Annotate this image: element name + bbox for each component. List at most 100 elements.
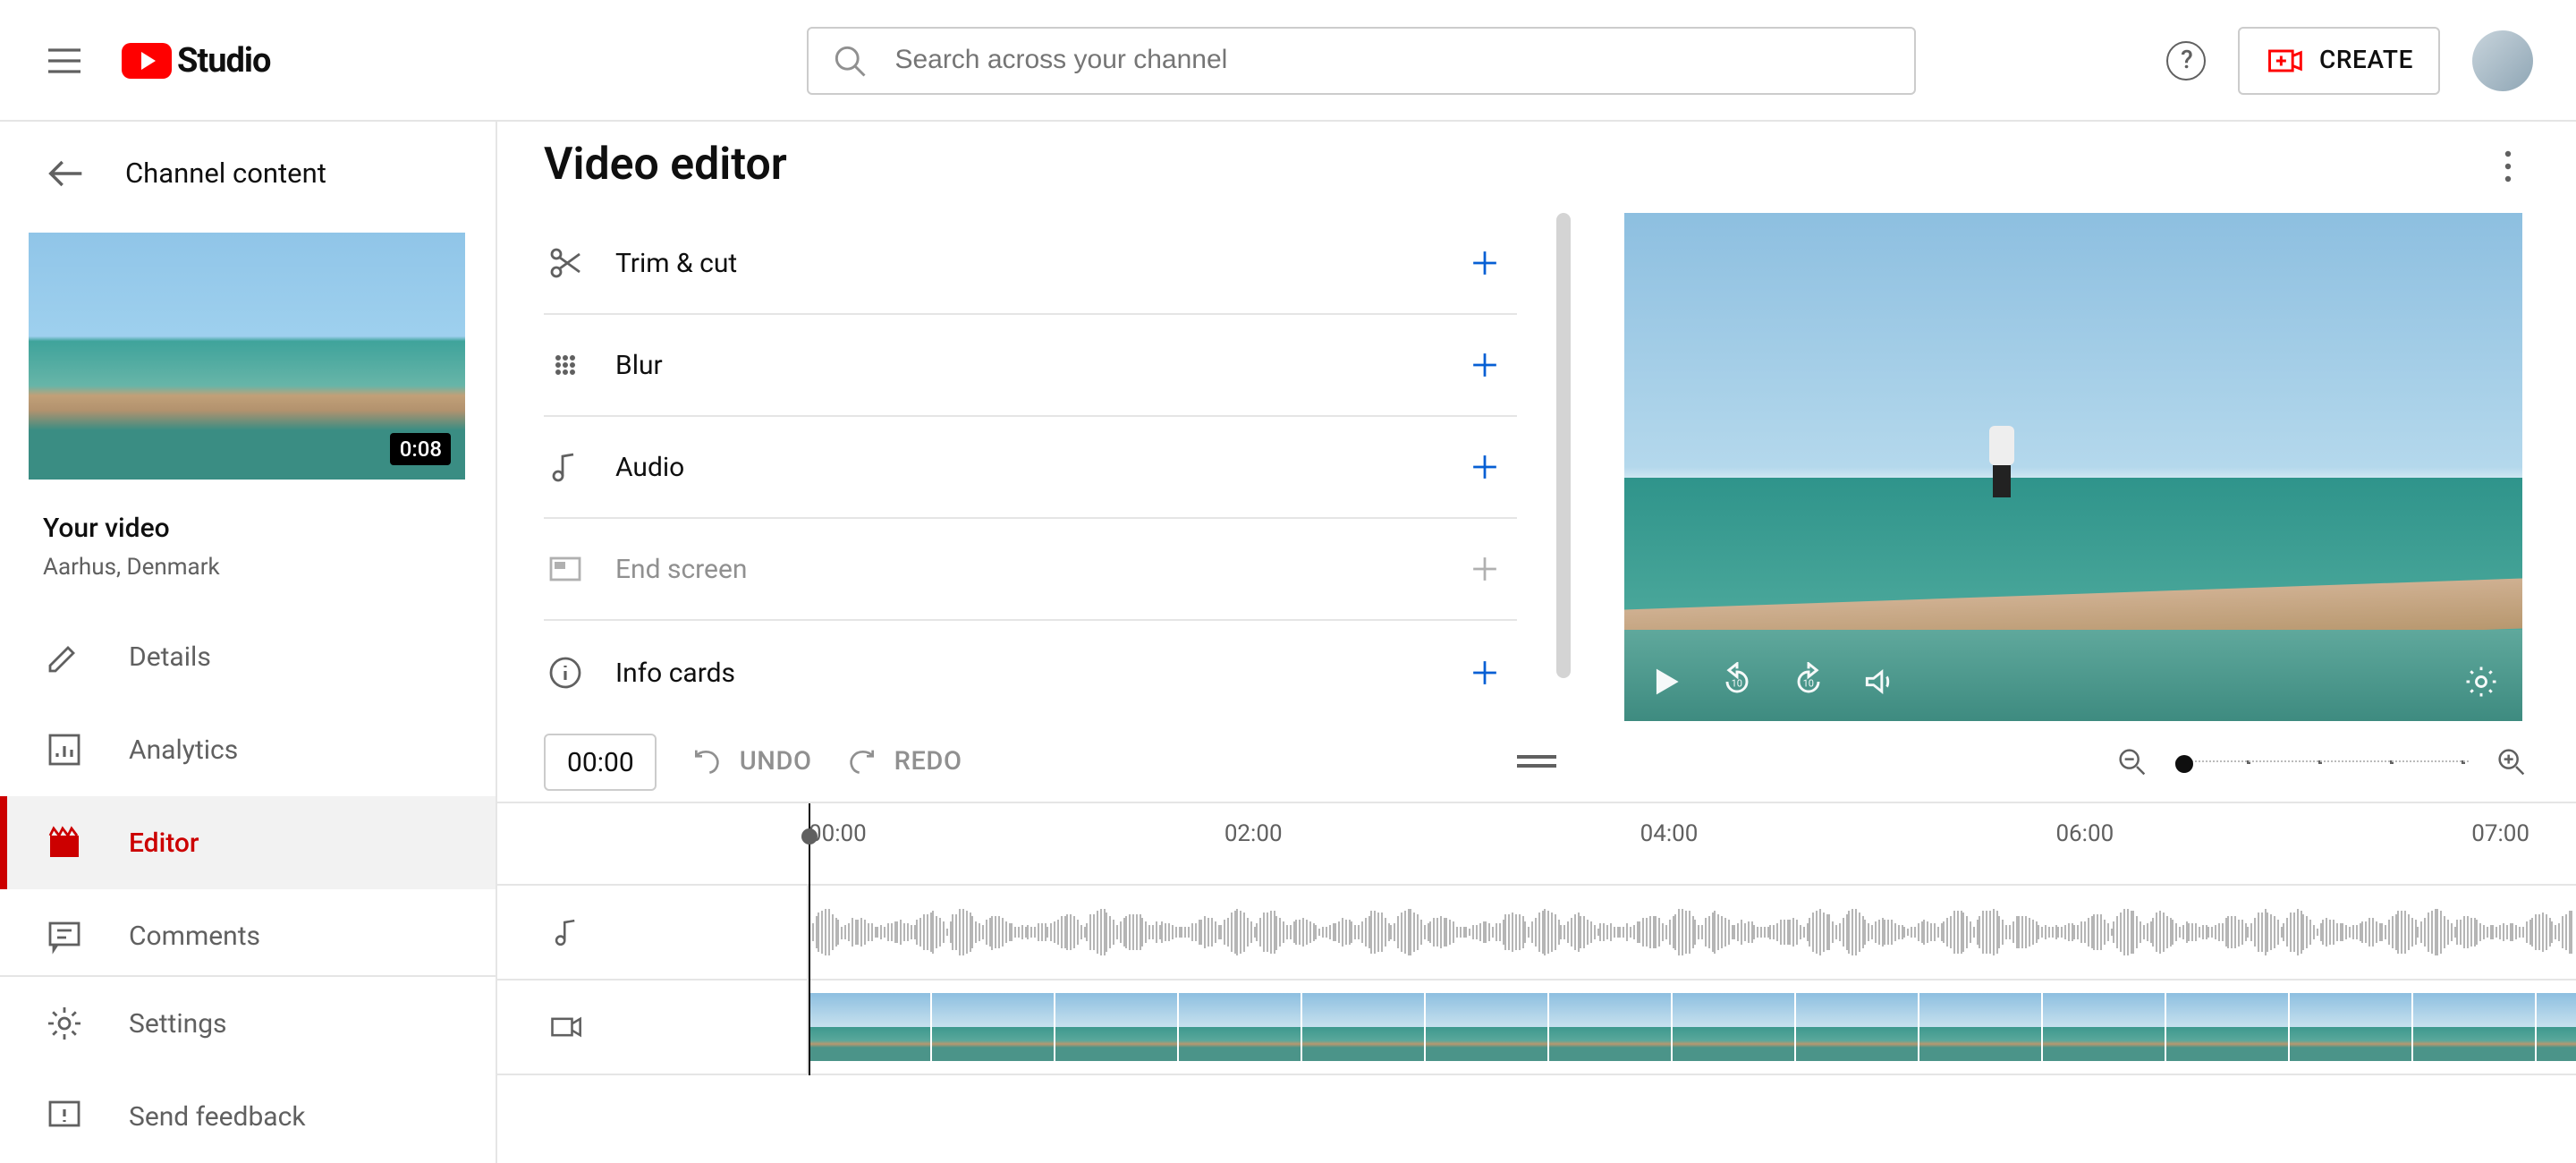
main: Video editor Trim & cut Blur [497, 122, 2576, 1163]
tool-audio[interactable]: Audio [544, 417, 1517, 519]
plus-icon [1465, 345, 1504, 385]
sidebar-item-label: Settings [129, 1007, 227, 1040]
timeline: 00:00 02:00 04:00 06:00 07:00 [497, 803, 2576, 1075]
avatar[interactable] [2472, 30, 2533, 90]
zoom-thumb[interactable] [2175, 754, 2193, 772]
more-vert-icon[interactable] [2487, 144, 2529, 187]
ruler-tick: 02:00 [1224, 821, 1283, 848]
filmstrip [809, 993, 2576, 1061]
sidebar-item-comments[interactable]: Comments [0, 889, 496, 975]
ruler-tick: 07:00 [2471, 821, 2529, 848]
sidebar-item-label: Details [129, 641, 211, 673]
video-track-body[interactable] [809, 980, 2576, 1074]
video-title: Aarhus, Denmark [0, 551, 496, 610]
menu-icon[interactable] [43, 38, 86, 81]
redo-icon [844, 743, 880, 779]
undo-label: UNDO [740, 746, 812, 777]
rewind-10-icon[interactable]: 10 [1717, 662, 1757, 701]
back-arrow-icon[interactable] [43, 150, 89, 197]
info-icon [544, 650, 587, 693]
sidebar-item-label: Editor [129, 827, 199, 859]
tool-trim-cut[interactable]: Trim & cut [544, 213, 1517, 315]
undo-icon [690, 743, 725, 779]
tool-label: End screen [615, 553, 1453, 585]
comments-icon [43, 914, 86, 957]
logo-text: Studio [177, 39, 270, 81]
search-box[interactable] [807, 26, 1916, 94]
add-blur-button[interactable] [1453, 333, 1517, 397]
preview-controls: 10 10 [1624, 642, 2522, 721]
analytics-icon [43, 728, 86, 771]
sidebar-item-details[interactable]: Details [0, 610, 496, 703]
search-input[interactable] [894, 45, 1893, 75]
forward-10-icon[interactable]: 10 [1789, 662, 1828, 701]
ruler-tick: 06:00 [2055, 821, 2114, 848]
tool-info-cards[interactable]: Info cards [544, 621, 1517, 723]
timeline-controls: 00:00 UNDO REDO [497, 721, 2576, 803]
add-info-cards-button[interactable] [1453, 640, 1517, 704]
video-thumbnail[interactable]: 0:08 [29, 233, 465, 480]
tool-label: Trim & cut [615, 247, 1453, 279]
sidebar-item-settings[interactable]: Settings [0, 977, 496, 1070]
add-audio-button[interactable] [1453, 435, 1517, 499]
svg-text:10: 10 [1732, 678, 1742, 690]
create-label: CREATE [2319, 46, 2413, 74]
play-icon[interactable] [1646, 662, 1685, 701]
sidebar-item-label: Send feedback [129, 1100, 306, 1133]
waveform [809, 907, 2576, 957]
sidebar-item-label: Analytics [129, 734, 238, 766]
audio-track-body[interactable] [809, 886, 2576, 979]
ruler-tick: 04:00 [1640, 821, 1699, 848]
zoom-in-icon[interactable] [2494, 743, 2529, 779]
page-title: Video editor [544, 140, 787, 191]
add-end-screen-button [1453, 537, 1517, 601]
studio-logo[interactable]: Studio [122, 39, 270, 81]
thumbnail-duration: 0:08 [391, 433, 451, 465]
sidebar-item-label: Comments [129, 920, 260, 952]
sidebar-item-analytics[interactable]: Analytics [0, 703, 496, 796]
end-screen-icon [544, 548, 587, 590]
help-icon[interactable]: ? [2167, 40, 2207, 80]
zoom-out-icon[interactable] [2114, 743, 2150, 779]
sidebar-item-editor[interactable]: Editor [0, 796, 496, 889]
settings-gear-icon[interactable] [2462, 662, 2501, 701]
plus-icon [1465, 447, 1504, 487]
tools-panel: Trim & cut Blur Audio [497, 213, 1571, 721]
search-icon [830, 40, 869, 80]
plus-icon [1465, 549, 1504, 589]
redo-button[interactable]: REDO [844, 743, 962, 779]
plus-icon [1465, 652, 1504, 692]
tool-label: Info cards [615, 656, 1453, 688]
tool-blur[interactable]: Blur [544, 315, 1517, 417]
create-button[interactable]: CREATE [2239, 26, 2440, 94]
add-trim-button[interactable] [1453, 231, 1517, 295]
zoom-slider[interactable] [2175, 760, 2469, 763]
tool-end-screen: End screen [544, 519, 1517, 621]
music-note-icon [544, 446, 587, 488]
resize-handle[interactable] [1517, 750, 1556, 773]
volume-icon[interactable] [1860, 662, 1900, 701]
clapperboard-icon [43, 821, 86, 864]
preview-panel: 10 10 [1571, 213, 2576, 721]
undo-button[interactable]: UNDO [690, 743, 812, 779]
tool-label: Blur [615, 349, 1453, 381]
tool-label: Audio [615, 451, 1453, 483]
audio-track-head [497, 886, 809, 979]
back-label: Channel content [125, 157, 326, 190]
tools-scrollbar[interactable] [1556, 213, 1571, 678]
camera-icon [547, 1007, 587, 1047]
sidebar: Channel content 0:08 Your video Aarhus, … [0, 122, 497, 1163]
sidebar-item-feedback[interactable]: Send feedback [0, 1070, 496, 1163]
current-time[interactable]: 00:00 [544, 733, 657, 790]
scissors-icon [544, 242, 587, 284]
redo-label: REDO [894, 746, 962, 777]
plus-icon [1465, 243, 1504, 283]
feedback-icon [43, 1095, 86, 1138]
video-track-head [497, 980, 809, 1074]
music-note-icon [547, 913, 587, 952]
header: Studio ? CREATE [0, 0, 2576, 122]
playhead[interactable] [809, 803, 810, 1075]
blur-icon [544, 344, 587, 386]
create-plus-icon [2266, 40, 2305, 80]
svg-text:10: 10 [1803, 678, 1814, 690]
